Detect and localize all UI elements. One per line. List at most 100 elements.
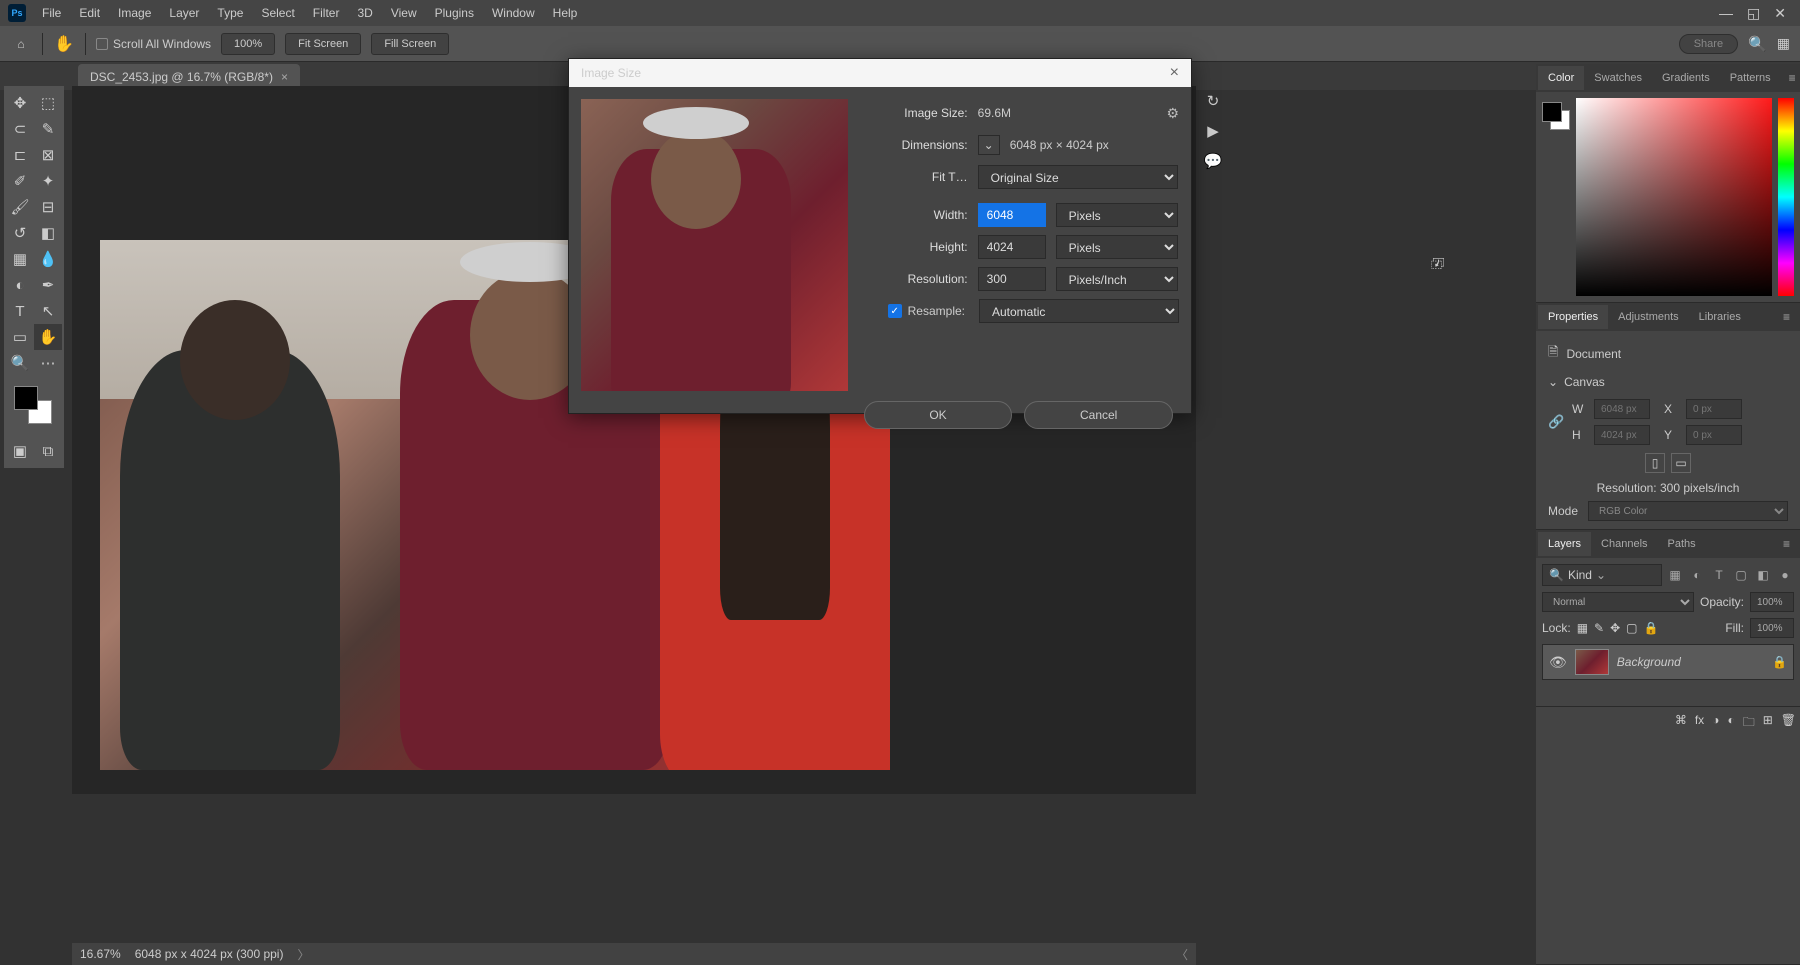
tab-patterns[interactable]: Patterns (1720, 66, 1781, 90)
pen-tool[interactable]: ✒ (34, 272, 62, 298)
menu-image[interactable]: Image (110, 2, 159, 24)
menu-select[interactable]: Select (253, 2, 302, 24)
tab-paths[interactable]: Paths (1658, 532, 1706, 556)
menu-plugins[interactable]: Plugins (427, 2, 482, 24)
new-layer-icon[interactable]: ⊞ (1763, 713, 1773, 734)
hand-tool-icon[interactable]: ✋ (53, 33, 75, 55)
filter-type-icon[interactable]: T (1710, 566, 1728, 584)
shape-tool[interactable]: ▭ (6, 324, 34, 350)
dimensions-dropdown-icon[interactable]: ⌄ (978, 135, 1000, 155)
fill-input[interactable] (1750, 618, 1794, 638)
canvas-x-input[interactable] (1686, 399, 1742, 419)
comments-panel-icon[interactable]: 💬 (1204, 152, 1223, 170)
menu-help[interactable]: Help (545, 2, 586, 24)
stamp-tool[interactable]: ⊟ (34, 194, 62, 220)
dialog-close-icon[interactable]: × (1170, 64, 1179, 82)
mode-select[interactable]: RGB Color (1588, 501, 1788, 521)
minimize-icon[interactable]: — (1719, 5, 1733, 22)
history-panel-icon[interactable]: ↻ (1207, 92, 1220, 110)
path-select-tool[interactable]: ↖ (34, 298, 62, 324)
menu-type[interactable]: Type (209, 2, 251, 24)
hue-slider[interactable] (1778, 98, 1794, 296)
filter-adjust-icon[interactable]: ◐ (1688, 566, 1706, 584)
actions-panel-icon[interactable]: ▶ (1207, 122, 1219, 140)
close-tab-icon[interactable]: × (281, 70, 288, 84)
screenmode-tool[interactable]: ⧉ (34, 438, 62, 464)
opacity-input[interactable] (1750, 592, 1794, 612)
resample-checkbox[interactable]: ✓ Resample: (888, 304, 965, 318)
fit-to-select[interactable]: Original Size (978, 165, 1178, 189)
menu-view[interactable]: View (383, 2, 425, 24)
zoom-level-button[interactable]: 100% (221, 33, 275, 55)
eyedropper-tool[interactable]: ✐ (6, 168, 34, 194)
tab-channels[interactable]: Channels (1591, 532, 1657, 556)
cancel-button[interactable]: Cancel (1024, 401, 1173, 429)
color-picker-field[interactable] (1576, 98, 1772, 296)
menu-edit[interactable]: Edit (71, 2, 108, 24)
dodge-tool[interactable]: ◐ (6, 272, 34, 298)
layer-thumbnail[interactable] (1575, 649, 1609, 675)
link-dimensions-icon[interactable]: ⎘ (1429, 257, 1446, 269)
delete-layer-icon[interactable]: 🗑 (1781, 713, 1796, 734)
adjustment-layer-icon[interactable]: ◐ (1727, 713, 1734, 734)
resolution-input[interactable] (978, 267, 1046, 291)
layer-filter-kind[interactable]: 🔍 Kind ⌄ (1542, 564, 1662, 586)
filter-smart-icon[interactable]: ◧ (1754, 566, 1772, 584)
resolution-unit-select[interactable]: Pixels/Inch (1056, 267, 1178, 291)
brush-tool[interactable]: 🖌 (6, 194, 34, 220)
portrait-icon[interactable]: ▯ (1645, 453, 1665, 473)
link-icon[interactable]: 🔗 (1548, 414, 1566, 430)
foreground-color[interactable] (14, 386, 38, 410)
tab-swatches[interactable]: Swatches (1584, 66, 1652, 90)
crop-tool[interactable]: ⊏ (6, 142, 34, 168)
maximize-icon[interactable]: ◱ (1747, 5, 1760, 22)
canvas-width-input[interactable] (1594, 399, 1650, 419)
lock-move-icon[interactable]: ✥ (1610, 621, 1620, 635)
group-icon[interactable]: 🗀 (1743, 713, 1755, 734)
height-unit-select[interactable]: Pixels (1056, 235, 1178, 259)
gear-icon[interactable]: ⚙ (1166, 105, 1179, 122)
width-input[interactable] (978, 203, 1046, 227)
lock-pixels-icon[interactable]: ▦ (1577, 621, 1588, 635)
status-left-caret-icon[interactable]: 〈 (1176, 946, 1188, 963)
tab-layers[interactable]: Layers (1538, 532, 1591, 556)
canvas-y-input[interactable] (1686, 425, 1742, 445)
panel-menu-icon[interactable]: ≡ (1775, 310, 1798, 324)
lock-all-icon[interactable]: 🔒 (1644, 621, 1659, 635)
ok-button[interactable]: OK (864, 401, 1013, 429)
height-input[interactable] (978, 235, 1046, 259)
visibility-icon[interactable]: 👁 (1549, 654, 1567, 671)
layer-row[interactable]: 👁 Background 🔒 (1542, 644, 1794, 680)
tab-color[interactable]: Color (1538, 66, 1584, 90)
menu-layer[interactable]: Layer (161, 2, 207, 24)
gradient-tool[interactable]: ▦ (6, 246, 34, 272)
workspace-icon[interactable]: ▦ (1777, 35, 1790, 52)
tab-properties[interactable]: Properties (1538, 305, 1608, 329)
blend-mode-select[interactable]: Normal (1542, 592, 1694, 612)
healing-tool[interactable]: ✦ (34, 168, 62, 194)
filter-toggle-icon[interactable]: ● (1776, 566, 1794, 584)
home-icon[interactable]: ⌂ (10, 33, 32, 55)
status-zoom[interactable]: 16.67% (80, 947, 121, 961)
history-brush-tool[interactable]: ↺ (6, 220, 34, 246)
fit-screen-button[interactable]: Fit Screen (285, 33, 361, 55)
move-tool[interactable]: ✥ (6, 90, 34, 116)
chevron-down-icon[interactable]: ⌄ (1548, 375, 1558, 389)
panel-menu-icon[interactable]: ≡ (1781, 71, 1800, 85)
tab-gradients[interactable]: Gradients (1652, 66, 1720, 90)
color-fg-bg-swatch[interactable] (1542, 98, 1570, 296)
eraser-tool[interactable]: ◧ (34, 220, 62, 246)
lock-icon[interactable]: 🔒 (1772, 655, 1787, 669)
filter-shape-icon[interactable]: ▢ (1732, 566, 1750, 584)
lock-artboard-icon[interactable]: ▢ (1626, 621, 1637, 635)
close-icon[interactable]: ✕ (1774, 5, 1786, 22)
landscape-icon[interactable]: ▭ (1671, 453, 1691, 473)
width-unit-select[interactable]: Pixels (1056, 203, 1178, 227)
panel-menu-icon[interactable]: ≡ (1775, 537, 1798, 551)
menu-filter[interactable]: Filter (305, 2, 348, 24)
scroll-all-checkbox[interactable]: Scroll All Windows (96, 37, 211, 51)
status-info[interactable]: 6048 px x 4024 px (300 ppi) (135, 947, 284, 961)
zoom-tool[interactable]: 🔍 (6, 350, 34, 376)
quick-select-tool[interactable]: ✎ (34, 116, 62, 142)
search-icon[interactable]: 🔍 (1748, 35, 1767, 53)
